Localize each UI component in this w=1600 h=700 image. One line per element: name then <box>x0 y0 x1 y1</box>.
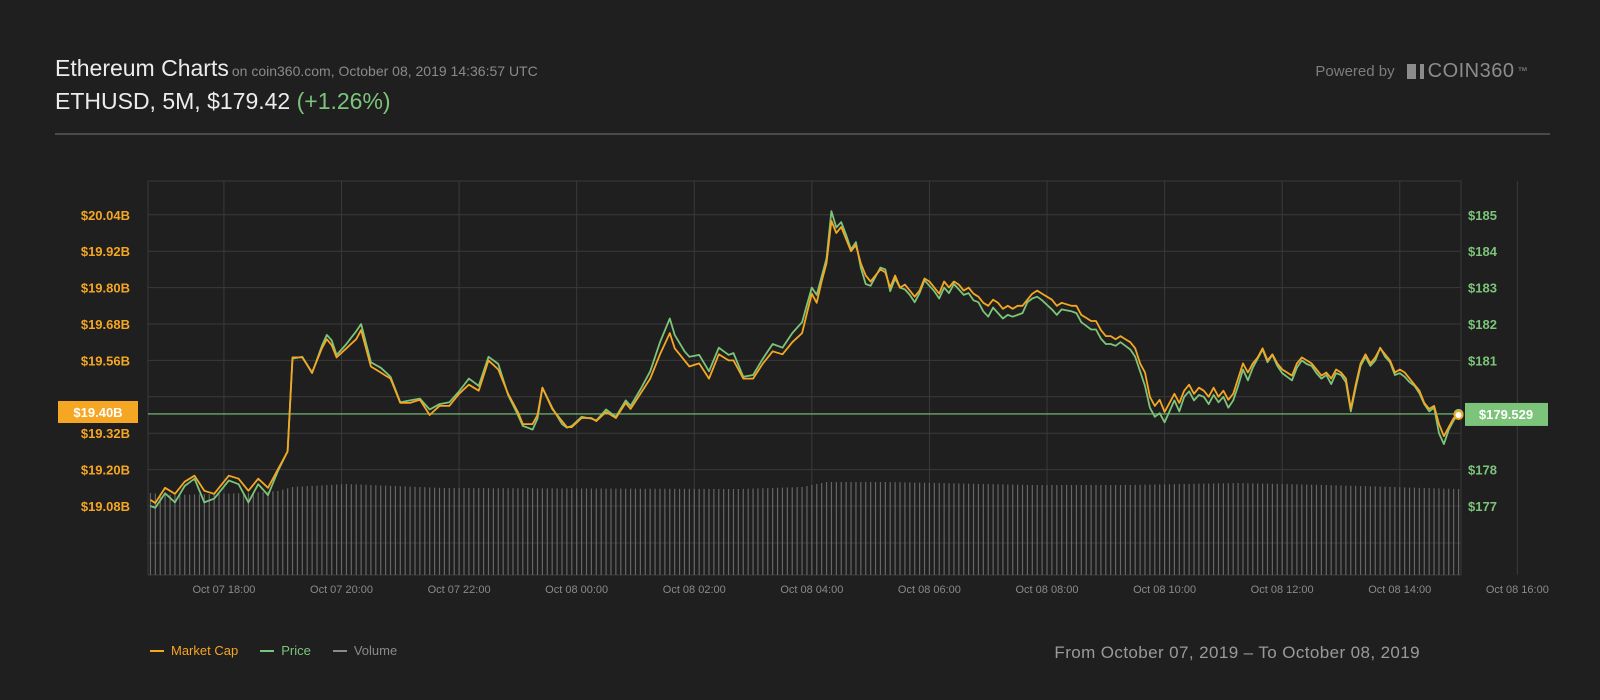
x-tick-label: Oct 08 08:00 <box>1016 584 1079 596</box>
price-chart[interactable]: Oct 07 18:00 Oct 07 20:00 Oct 07 22:00 Oct … <box>0 0 1600 700</box>
market-cap-end-marker <box>1453 410 1464 420</box>
x-tick-label: Oct 08 06:00 <box>898 584 961 596</box>
x-tick-label: Oct 08 00:00 <box>545 584 608 596</box>
current-market-cap-label: $19.40B <box>73 405 122 420</box>
x-tick-label: Oct 08 16:00 <box>1486 584 1549 596</box>
legend-price[interactable]: Price <box>260 643 311 658</box>
legend-price-swatch <box>260 649 275 652</box>
legend-price-label: Price <box>281 643 311 658</box>
date-range: From October 07, 2019 – To October 08, 2… <box>1054 643 1420 662</box>
market-cap-line <box>149 220 1460 504</box>
legend-volume[interactable]: Volume <box>332 643 398 658</box>
current-price-label: $179.529 <box>1479 407 1533 422</box>
price-line <box>150 210 1460 509</box>
x-tick-label: Oct 08 02:00 <box>663 584 726 596</box>
x-tick-label: Oct 07 18:00 <box>192 584 255 596</box>
x-tick-label: Oct 08 14:00 <box>1368 584 1431 596</box>
y-right-tick-label: $183 <box>1468 281 1497 296</box>
y-right-tick-label: $184 <box>1468 244 1498 259</box>
y-right-tick-label: $177 <box>1468 499 1497 514</box>
y-left-tick-label: $19.68B <box>81 317 130 332</box>
x-tick-label: Oct 07 22:00 <box>428 584 491 596</box>
plot-frame <box>147 180 1462 576</box>
x-tick-label: Oct 08 10:00 <box>1133 584 1196 596</box>
y-left-tick-label: $19.92B <box>81 244 130 259</box>
y-right-tick-label: $185 <box>1468 208 1497 223</box>
x-tick-label: Oct 08 12:00 <box>1251 584 1314 596</box>
y-left-tick-label: $19.20B <box>81 463 130 478</box>
legend-volume-label: Volume <box>353 643 398 658</box>
y-right-tick-label: $178 <box>1468 463 1497 478</box>
y-left-tick-label: $19.32B <box>81 426 130 441</box>
y-left-tick-label: $20.04B <box>81 208 130 223</box>
legend-market-cap-label: Market Cap <box>171 643 239 658</box>
y-right-tick-label: $181 <box>1468 353 1497 368</box>
chart-legend: Market Cap Price Volume <box>150 643 397 658</box>
y-right-tick-label: $182 <box>1468 317 1497 332</box>
y-left-tick-label: $19.08B <box>81 499 130 514</box>
y-left-tick-label: $19.80B <box>81 281 130 296</box>
legend-market-cap[interactable]: Market Cap <box>150 643 238 658</box>
legend-market-cap-swatch <box>150 649 164 652</box>
x-tick-label: Oct 08 04:00 <box>780 584 843 596</box>
y-left-tick-label: $19.56B <box>81 353 130 368</box>
legend-volume-swatch <box>332 649 347 652</box>
x-tick-label: Oct 07 20:00 <box>310 584 373 596</box>
